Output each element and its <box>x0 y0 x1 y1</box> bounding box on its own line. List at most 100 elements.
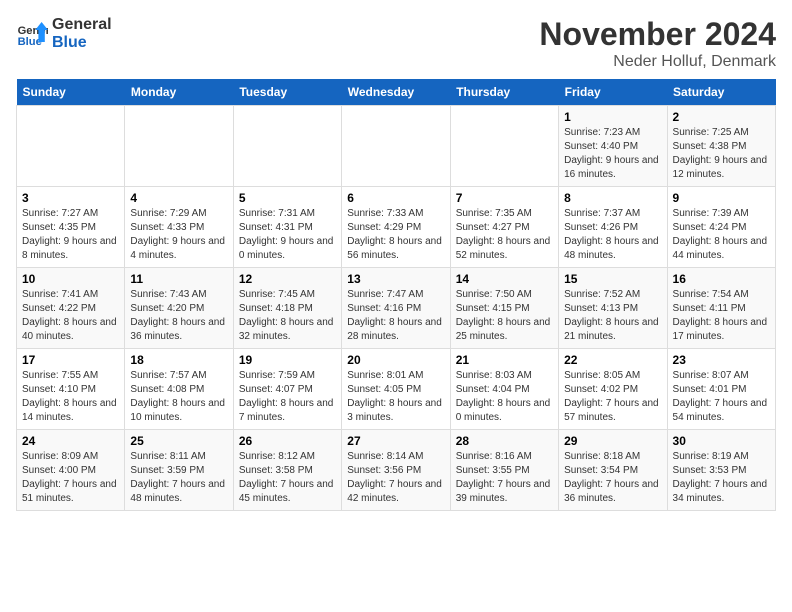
header-day-thursday: Thursday <box>450 79 558 106</box>
day-detail: Sunrise: 8:07 AM Sunset: 4:01 PM Dayligh… <box>673 369 770 425</box>
day-number: 29 <box>564 434 661 448</box>
day-detail: Sunrise: 8:14 AM Sunset: 3:56 PM Dayligh… <box>347 450 444 506</box>
calendar-day-cell: 8 Sunrise: 7:37 AM Sunset: 4:26 PM Daylig… <box>559 187 667 268</box>
day-detail: Sunrise: 7:41 AM Sunset: 4:22 PM Dayligh… <box>22 288 119 344</box>
empty-day-cell <box>450 106 558 187</box>
calendar-day-cell: 6 Sunrise: 7:33 AM Sunset: 4:29 PM Daylig… <box>342 187 450 268</box>
calendar-day-cell: 25Sunrise: 8:11 AM Sunset: 3:59 PM Dayli… <box>125 430 233 511</box>
day-detail: Sunrise: 7:29 AM Sunset: 4:33 PM Dayligh… <box>130 207 227 263</box>
day-number: 9 <box>673 191 770 205</box>
calendar-day-cell: 18 Sunrise: 7:57 AM Sunset: 4:08 PM Dayli… <box>125 349 233 430</box>
day-number: 20 <box>347 353 444 367</box>
day-number: 23 <box>673 353 770 367</box>
day-number: 21 <box>456 353 553 367</box>
calendar-week-row: 3 Sunrise: 7:27 AM Sunset: 4:35 PM Daylig… <box>17 187 776 268</box>
calendar-day-cell: 13 Sunrise: 7:47 AM Sunset: 4:16 PM Dayli… <box>342 268 450 349</box>
day-number: 14 <box>456 272 553 286</box>
day-detail: Sunrise: 7:25 AM Sunset: 4:38 PM Dayligh… <box>673 126 770 182</box>
calendar-day-cell: 11 Sunrise: 7:43 AM Sunset: 4:20 PM Dayli… <box>125 268 233 349</box>
header-day-tuesday: Tuesday <box>233 79 341 106</box>
day-number: 18 <box>130 353 227 367</box>
logo-text: GeneralBlue <box>52 16 112 51</box>
calendar-day-cell: 10 Sunrise: 7:41 AM Sunset: 4:22 PM Dayli… <box>17 268 125 349</box>
calendar-day-cell: 30 Sunrise: 8:19 AM Sunset: 3:53 PM Dayli… <box>667 430 775 511</box>
day-detail: Sunrise: 8:09 AM Sunset: 4:00 PM Dayligh… <box>22 450 119 506</box>
day-detail: Sunrise: 7:27 AM Sunset: 4:35 PM Dayligh… <box>22 207 119 263</box>
header: General Blue GeneralBlue November 2024 N… <box>16 16 776 71</box>
svg-text:Blue: Blue <box>18 36 42 48</box>
day-number: 4 <box>130 191 227 205</box>
day-number: 8 <box>564 191 661 205</box>
day-number: 3 <box>22 191 119 205</box>
day-number: 24 <box>22 434 119 448</box>
calendar-day-cell: 1Sunrise: 7:23 AM Sunset: 4:40 PM Daylig… <box>559 106 667 187</box>
day-number: 2 <box>673 110 770 124</box>
calendar-day-cell: 3 Sunrise: 7:27 AM Sunset: 4:35 PM Daylig… <box>17 187 125 268</box>
day-number: 15 <box>564 272 661 286</box>
calendar-day-cell: 17Sunrise: 7:55 AM Sunset: 4:10 PM Dayli… <box>17 349 125 430</box>
day-detail: Sunrise: 7:59 AM Sunset: 4:07 PM Dayligh… <box>239 369 336 425</box>
day-detail: Sunrise: 8:05 AM Sunset: 4:02 PM Dayligh… <box>564 369 661 425</box>
page-subtitle: Neder Holluf, Denmark <box>539 53 776 71</box>
day-detail: Sunrise: 8:03 AM Sunset: 4:04 PM Dayligh… <box>456 369 553 425</box>
day-number: 11 <box>130 272 227 286</box>
calendar-day-cell: 20 Sunrise: 8:01 AM Sunset: 4:05 PM Dayli… <box>342 349 450 430</box>
day-detail: Sunrise: 7:52 AM Sunset: 4:13 PM Dayligh… <box>564 288 661 344</box>
day-detail: Sunrise: 8:19 AM Sunset: 3:53 PM Dayligh… <box>673 450 770 506</box>
day-number: 16 <box>673 272 770 286</box>
day-detail: Sunrise: 7:43 AM Sunset: 4:20 PM Dayligh… <box>130 288 227 344</box>
calendar-day-cell: 24 Sunrise: 8:09 AM Sunset: 4:00 PM Dayli… <box>17 430 125 511</box>
day-number: 12 <box>239 272 336 286</box>
day-detail: Sunrise: 7:57 AM Sunset: 4:08 PM Dayligh… <box>130 369 227 425</box>
day-number: 7 <box>456 191 553 205</box>
day-detail: Sunrise: 7:33 AM Sunset: 4:29 PM Dayligh… <box>347 207 444 263</box>
day-number: 17 <box>22 353 119 367</box>
day-detail: Sunrise: 7:45 AM Sunset: 4:18 PM Dayligh… <box>239 288 336 344</box>
title-area: November 2024 Neder Holluf, Denmark <box>539 16 776 71</box>
logo: General Blue GeneralBlue <box>16 16 112 51</box>
day-number: 10 <box>22 272 119 286</box>
calendar-table: SundayMondayTuesdayWednesdayThursdayFrid… <box>16 79 776 511</box>
header-day-sunday: Sunday <box>17 79 125 106</box>
empty-day-cell <box>233 106 341 187</box>
calendar-day-cell: 28Sunrise: 8:16 AM Sunset: 3:55 PM Dayli… <box>450 430 558 511</box>
calendar-day-cell: 12 Sunrise: 7:45 AM Sunset: 4:18 PM Dayli… <box>233 268 341 349</box>
calendar-day-cell: 27 Sunrise: 8:14 AM Sunset: 3:56 PM Dayli… <box>342 430 450 511</box>
day-number: 25 <box>130 434 227 448</box>
calendar-day-cell: 26Sunrise: 8:12 AM Sunset: 3:58 PM Dayli… <box>233 430 341 511</box>
day-detail: Sunrise: 7:50 AM Sunset: 4:15 PM Dayligh… <box>456 288 553 344</box>
header-day-saturday: Saturday <box>667 79 775 106</box>
day-detail: Sunrise: 7:31 AM Sunset: 4:31 PM Dayligh… <box>239 207 336 263</box>
day-detail: Sunrise: 8:18 AM Sunset: 3:54 PM Dayligh… <box>564 450 661 506</box>
calendar-day-cell: 22 Sunrise: 8:05 AM Sunset: 4:02 PM Dayli… <box>559 349 667 430</box>
calendar-header-row: SundayMondayTuesdayWednesdayThursdayFrid… <box>17 79 776 106</box>
calendar-week-row: 1Sunrise: 7:23 AM Sunset: 4:40 PM Daylig… <box>17 106 776 187</box>
empty-day-cell <box>342 106 450 187</box>
calendar-day-cell: 23 Sunrise: 8:07 AM Sunset: 4:01 PM Dayli… <box>667 349 775 430</box>
calendar-week-row: 10 Sunrise: 7:41 AM Sunset: 4:22 PM Dayli… <box>17 268 776 349</box>
calendar-day-cell: 5Sunrise: 7:31 AM Sunset: 4:31 PM Daylig… <box>233 187 341 268</box>
calendar-week-row: 24 Sunrise: 8:09 AM Sunset: 4:00 PM Dayli… <box>17 430 776 511</box>
logo-icon: General Blue <box>16 18 48 50</box>
calendar-day-cell: 16 Sunrise: 7:54 AM Sunset: 4:11 PM Dayli… <box>667 268 775 349</box>
day-detail: Sunrise: 7:37 AM Sunset: 4:26 PM Dayligh… <box>564 207 661 263</box>
day-detail: Sunrise: 7:54 AM Sunset: 4:11 PM Dayligh… <box>673 288 770 344</box>
day-number: 19 <box>239 353 336 367</box>
day-detail: Sunrise: 7:39 AM Sunset: 4:24 PM Dayligh… <box>673 207 770 263</box>
page-title: November 2024 <box>539 16 776 53</box>
header-day-monday: Monday <box>125 79 233 106</box>
header-day-wednesday: Wednesday <box>342 79 450 106</box>
day-number: 6 <box>347 191 444 205</box>
day-detail: Sunrise: 8:01 AM Sunset: 4:05 PM Dayligh… <box>347 369 444 425</box>
calendar-day-cell: 4 Sunrise: 7:29 AM Sunset: 4:33 PM Daylig… <box>125 187 233 268</box>
calendar-day-cell: 7Sunrise: 7:35 AM Sunset: 4:27 PM Daylig… <box>450 187 558 268</box>
day-number: 27 <box>347 434 444 448</box>
day-number: 13 <box>347 272 444 286</box>
day-number: 1 <box>564 110 661 124</box>
day-detail: Sunrise: 7:47 AM Sunset: 4:16 PM Dayligh… <box>347 288 444 344</box>
day-number: 22 <box>564 353 661 367</box>
calendar-day-cell: 29 Sunrise: 8:18 AM Sunset: 3:54 PM Dayli… <box>559 430 667 511</box>
day-number: 30 <box>673 434 770 448</box>
calendar-week-row: 17Sunrise: 7:55 AM Sunset: 4:10 PM Dayli… <box>17 349 776 430</box>
day-detail: Sunrise: 8:12 AM Sunset: 3:58 PM Dayligh… <box>239 450 336 506</box>
